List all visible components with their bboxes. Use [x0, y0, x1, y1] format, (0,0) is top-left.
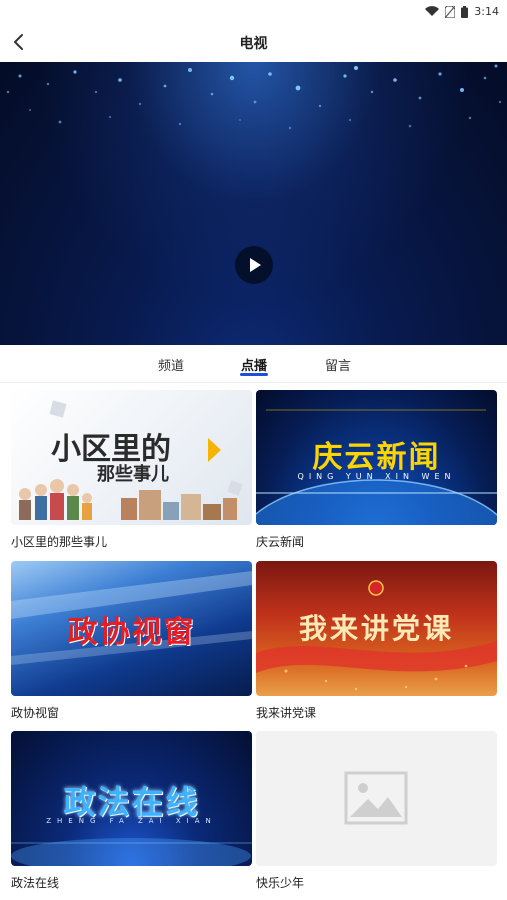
- thumbnail-subtitle: ZHENG FA ZAI XIAN: [46, 817, 217, 825]
- status-time: 3:14: [474, 5, 499, 18]
- page-title: 电视: [239, 36, 268, 52]
- tab-channel[interactable]: 频道: [158, 355, 184, 374]
- program-title: 我来讲党课: [256, 706, 317, 720]
- program-thumbnail: 政协视窗: [11, 561, 252, 696]
- program-title: 快乐少年: [256, 876, 305, 890]
- image-placeholder-icon: [344, 771, 408, 825]
- program-title: 庆云新闻: [256, 535, 305, 549]
- tab-bar: 频道 点播 留言: [0, 346, 507, 383]
- program-title: 政协视窗: [11, 706, 60, 720]
- program-card[interactable]: 政协视窗 政协视窗: [11, 561, 252, 720]
- program-title: 政法在线: [11, 876, 60, 890]
- battery-icon: [461, 5, 469, 18]
- program-card[interactable]: 我来讲党课 我来讲党课: [256, 561, 497, 720]
- status-bar: 3:14: [0, 0, 507, 24]
- program-card[interactable]: 政法在线 ZHENG FA ZAI XIAN 政法在线: [11, 731, 252, 890]
- thumbnail-title: 庆云新闻: [312, 440, 441, 475]
- program-card[interactable]: 小区里的 那些事儿 小区里的那些事儿: [11, 390, 252, 549]
- wifi-icon: [425, 6, 440, 17]
- tab-message[interactable]: 留言: [325, 355, 351, 374]
- program-thumbnail: 我来讲党课: [256, 561, 497, 696]
- play-icon: [250, 258, 261, 272]
- active-tab-indicator: [240, 373, 268, 376]
- program-card[interactable]: 快乐少年: [256, 731, 497, 890]
- thumbnail-title: 政协视窗: [67, 615, 196, 650]
- video-player[interactable]: [0, 62, 507, 345]
- thumbnail-subtitle: QING YUN XIN WEN: [297, 472, 456, 481]
- thumbnail-title: 我来讲党课: [298, 612, 454, 645]
- no-sim-icon: [445, 5, 456, 18]
- program-title: 小区里的那些事儿: [11, 535, 108, 549]
- program-thumbnail: 政法在线 ZHENG FA ZAI XIAN: [11, 731, 252, 866]
- play-button[interactable]: [235, 246, 273, 284]
- tab-on-demand[interactable]: 点播: [241, 355, 267, 374]
- program-card[interactable]: 庆云新闻 QING YUN XIN WEN 庆云新闻: [256, 390, 497, 549]
- app-header: 电视: [0, 24, 507, 60]
- program-thumbnail: [256, 731, 497, 866]
- program-thumbnail: 小区里的 那些事儿: [11, 390, 252, 525]
- video-sparkles: [6, 64, 502, 130]
- thumbnail-subtitle: 那些事儿: [97, 464, 169, 485]
- program-thumbnail: 庆云新闻 QING YUN XIN WEN: [256, 390, 497, 525]
